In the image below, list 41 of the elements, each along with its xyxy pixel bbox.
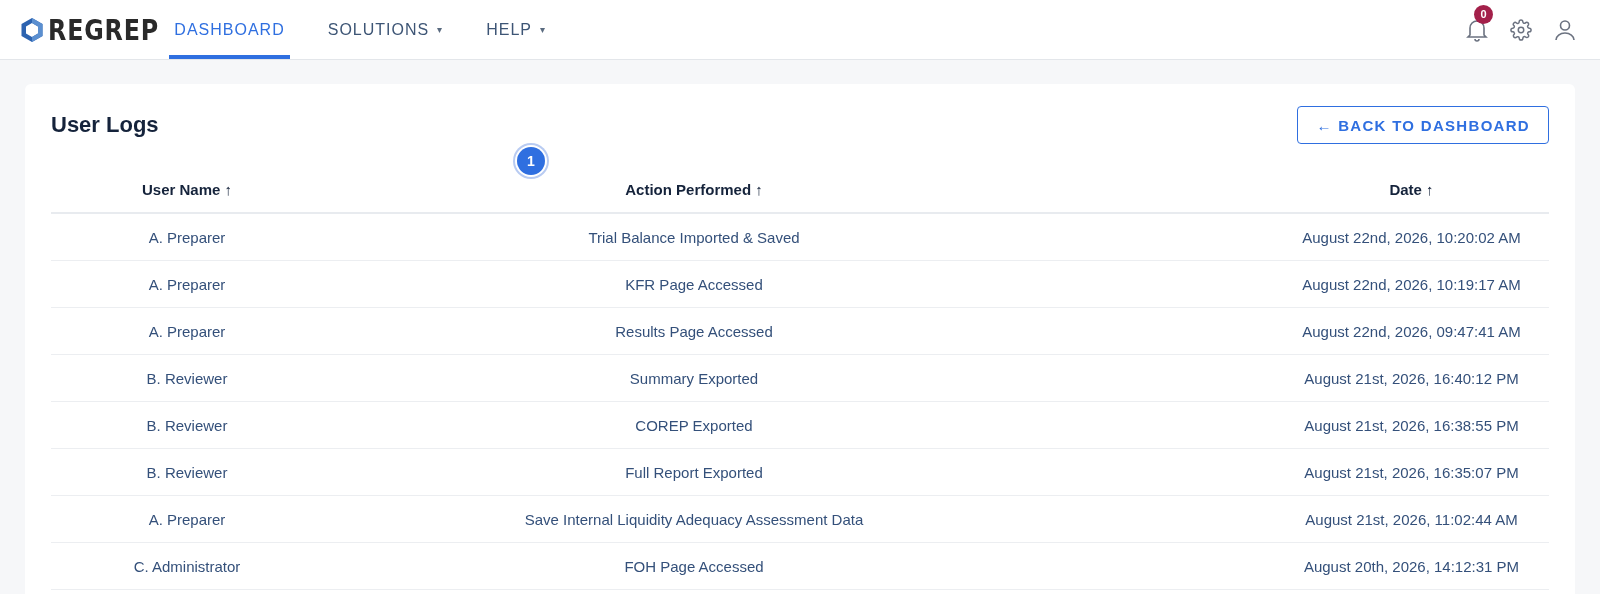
table-cell: B. Reviewer bbox=[51, 354, 323, 402]
table-cell: A. Preparer bbox=[51, 260, 323, 308]
nav-tab[interactable]: HELP ▾ bbox=[481, 0, 551, 59]
caret-icon: ▾ bbox=[539, 24, 546, 35]
column-header[interactable]: Date ↑ bbox=[1065, 166, 1549, 213]
user-icon[interactable] bbox=[1554, 18, 1576, 41]
table-cell: C. Administrator bbox=[51, 542, 323, 590]
caret-icon: ▾ bbox=[437, 24, 444, 35]
table-cell: August 20th, 2026, 14:12:31 PM bbox=[1065, 542, 1549, 590]
table-cell: KFR Page Accessed bbox=[323, 260, 1065, 308]
table-cell: Trial Balance Imported & Saved bbox=[323, 213, 1065, 261]
bell-icon[interactable] bbox=[1466, 17, 1488, 42]
table-cell: Save Internal Liquidity Adequacy Assessment Data bbox=[323, 495, 1065, 543]
step-marker-badge: 1 bbox=[517, 147, 545, 175]
table-cell: Summary Exported bbox=[323, 354, 1065, 402]
table-cell: B. Reviewer bbox=[51, 448, 323, 496]
table-cell: August 21st, 2026, 16:35:07 PM bbox=[1065, 448, 1549, 496]
table-cell: August 22nd, 2026, 09:47:41 AM bbox=[1065, 307, 1549, 355]
column-header[interactable]: User Name ↑ bbox=[51, 166, 323, 213]
nav-tab[interactable]: DASHBOARD bbox=[169, 0, 290, 59]
table-cell: August 21st, 2026, 16:40:12 PM bbox=[1065, 354, 1549, 402]
table-cell: FOH Page Accessed bbox=[323, 542, 1065, 590]
table-cell: Results Page Accessed bbox=[323, 307, 1065, 355]
table-cell: COREP Exported bbox=[323, 401, 1065, 449]
nav-tab[interactable]: SOLUTIONS ▾ bbox=[322, 0, 449, 59]
table-cell: A. Preparer bbox=[51, 495, 323, 543]
logo-wordmark: REGREP bbox=[48, 12, 159, 47]
back-to-dashboard-button[interactable]: ← BACK TO DASHBOARD bbox=[1297, 106, 1549, 144]
notification-count-badge: 0 bbox=[1474, 4, 1493, 24]
table-cell: August 21st, 2026, 11:02:44 AM bbox=[1065, 495, 1549, 543]
table-cell: A. Preparer bbox=[51, 307, 323, 355]
table-cell: August 22nd, 2026, 10:19:17 AM bbox=[1065, 260, 1549, 308]
column-header[interactable]: Action Performed ↑ bbox=[323, 166, 1065, 213]
table-cell: August 22nd, 2026, 10:20:02 AM bbox=[1065, 213, 1549, 261]
table-cell: B. Reviewer bbox=[51, 401, 323, 449]
table-cell: A. Preparer bbox=[51, 213, 323, 261]
settings-icon[interactable] bbox=[1510, 18, 1532, 41]
table-cell: August 21st, 2026, 16:38:55 PM bbox=[1065, 401, 1549, 449]
table-cell: Full Report Exported bbox=[323, 448, 1065, 496]
page-title: User Logs bbox=[51, 112, 159, 138]
hexagon-logo-icon bbox=[20, 16, 44, 43]
